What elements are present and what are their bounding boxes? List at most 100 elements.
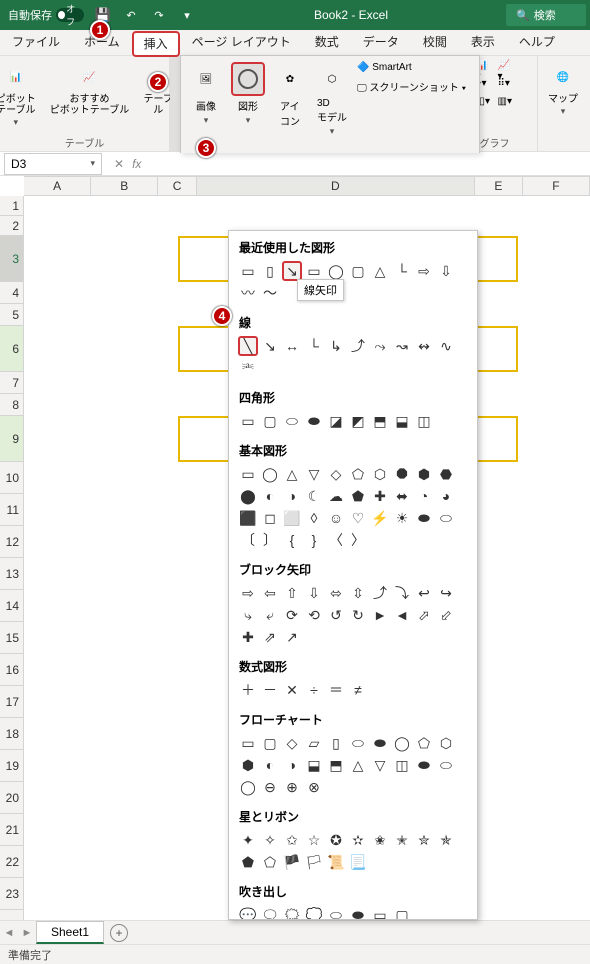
- shape-triangle[interactable]: △: [370, 261, 390, 281]
- shape-textbox-vert[interactable]: ▯: [260, 261, 280, 281]
- shape-s12[interactable]: ⬠: [260, 852, 280, 872]
- search-box[interactable]: 🔍 検索: [506, 4, 586, 26]
- shape-a1[interactable]: ⇨: [238, 583, 258, 603]
- shape-a20[interactable]: ⬃: [436, 605, 456, 625]
- shape-a7[interactable]: ⤴: [370, 583, 390, 603]
- shape-r9[interactable]: ◫: [414, 411, 434, 431]
- qat-customize-icon[interactable]: ▾: [178, 9, 196, 22]
- shape-b12[interactable]: ◐: [260, 486, 280, 506]
- tab-data[interactable]: データ: [351, 29, 411, 55]
- shape-s6[interactable]: ✫: [348, 830, 368, 850]
- shape-b3[interactable]: △: [282, 464, 302, 484]
- row-header[interactable]: 3: [0, 236, 23, 282]
- screenshot-button[interactable]: 🖵 スクリーンショット ▾: [357, 79, 466, 94]
- shape-textbox[interactable]: ▭: [238, 261, 258, 281]
- 3dmodels-button[interactable]: ⬡3D モデル▾: [315, 62, 349, 147]
- row-header[interactable]: 7: [0, 372, 23, 394]
- col-header[interactable]: C: [158, 177, 196, 195]
- shape-curve-double[interactable]: ↭: [414, 336, 434, 356]
- shape-s8[interactable]: ✭: [392, 830, 412, 850]
- shape-a8[interactable]: ⤵: [392, 583, 412, 603]
- row-header[interactable]: 20: [0, 782, 23, 814]
- shape-c8[interactable]: ▢: [392, 905, 412, 920]
- row-header[interactable]: 14: [0, 590, 23, 622]
- shape-s10[interactable]: ✯: [436, 830, 456, 850]
- shape-f10[interactable]: ⬡: [436, 733, 456, 753]
- shape-rounded-rect[interactable]: ▢: [348, 261, 368, 281]
- shape-a19[interactable]: ⬀: [414, 605, 434, 625]
- column-headers[interactable]: A B C D E F: [24, 176, 590, 196]
- toggle-switch[interactable]: オフ: [56, 8, 84, 22]
- row-header[interactable]: 9: [0, 416, 23, 462]
- shape-f4[interactable]: ▱: [304, 733, 324, 753]
- pictures-button[interactable]: 🖼画像▾: [189, 62, 223, 147]
- shape-a18[interactable]: ◄: [392, 605, 412, 625]
- shape-f2[interactable]: ▢: [260, 733, 280, 753]
- shape-a22[interactable]: ⇗: [260, 627, 280, 647]
- shape-f3[interactable]: ◇: [282, 733, 302, 753]
- shape-c3[interactable]: 🗯: [282, 905, 302, 920]
- row-header[interactable]: 22: [0, 846, 23, 878]
- shape-b18[interactable]: ⬌: [392, 486, 412, 506]
- shape-line-arrow[interactable]: ↘: [282, 261, 302, 281]
- shape-f5[interactable]: ▯: [326, 733, 346, 753]
- shape-freeform2[interactable]: ⎃: [238, 358, 258, 378]
- shape-b27[interactable]: ⚡: [370, 508, 390, 528]
- shape-s3[interactable]: ✩: [282, 830, 302, 850]
- row-header[interactable]: 17: [0, 686, 23, 718]
- shape-a9[interactable]: ↩: [414, 583, 434, 603]
- shape-b5[interactable]: ◇: [326, 464, 346, 484]
- row-headers[interactable]: 1 2 3 4 5 6 7 8 9 10 11 12 13 14 15 16 1…: [0, 196, 24, 920]
- shape-elbow-arrow[interactable]: ↳: [326, 336, 346, 356]
- row-header[interactable]: 8: [0, 394, 23, 416]
- shape-a16[interactable]: ↻: [348, 605, 368, 625]
- pivottable-button[interactable]: 📊ピボット テーブル▾: [0, 60, 40, 130]
- shape-arrow[interactable]: ⇨: [414, 261, 434, 281]
- shape-l[interactable]: └: [392, 261, 412, 281]
- shape-b7[interactable]: ⬡: [370, 464, 390, 484]
- shape-c4[interactable]: 💭: [304, 905, 324, 920]
- map-button[interactable]: 🌐マップ▾: [544, 60, 582, 119]
- shape-b28[interactable]: ☀: [392, 508, 412, 528]
- shape-f12[interactable]: ◐: [260, 755, 280, 775]
- fx-icon[interactable]: fx: [132, 157, 141, 171]
- shape-s16[interactable]: 📃: [348, 852, 368, 872]
- shape-c7[interactable]: ▭: [370, 905, 390, 920]
- row-header[interactable]: 13: [0, 558, 23, 590]
- shape-f8[interactable]: ◯: [392, 733, 412, 753]
- redo-icon[interactable]: ↷: [150, 9, 168, 22]
- shape-a10[interactable]: ↪: [436, 583, 456, 603]
- sheet-tab[interactable]: Sheet1: [36, 921, 104, 944]
- shape-s15[interactable]: 📜: [326, 852, 346, 872]
- row-header[interactable]: 15: [0, 622, 23, 654]
- shape-a21[interactable]: ✚: [238, 627, 258, 647]
- shape-notequal[interactable]: ≠: [348, 680, 368, 700]
- shape-b22[interactable]: ◻: [260, 508, 280, 528]
- shape-s11[interactable]: ⬟: [238, 852, 258, 872]
- shape-f21[interactable]: ◯: [238, 777, 258, 797]
- shape-c5[interactable]: ⬭: [326, 905, 346, 920]
- shape-c2[interactable]: 🗨: [260, 905, 280, 920]
- shape-b10[interactable]: ⬣: [436, 464, 456, 484]
- shape-f1[interactable]: ▭: [238, 733, 258, 753]
- shape-b35[interactable]: 〈: [326, 530, 346, 550]
- shape-b36[interactable]: 〉: [348, 530, 368, 550]
- tab-review[interactable]: 校閲: [411, 29, 459, 55]
- shape-r6[interactable]: ◩: [348, 411, 368, 431]
- shape-b19[interactable]: ◔: [414, 486, 434, 506]
- shape-oval[interactable]: ◯: [326, 261, 346, 281]
- row-header[interactable]: 1: [0, 196, 23, 216]
- shape-plus[interactable]: ＋: [238, 680, 258, 700]
- chart-mini-grid[interactable]: 📊▾📈▾ ◔▾⠿▾ ◫▾▥▾: [476, 60, 514, 112]
- tab-help[interactable]: ヘルプ: [507, 29, 567, 55]
- undo-icon[interactable]: ↶: [122, 9, 140, 22]
- row-header[interactable]: 2: [0, 216, 23, 236]
- row-header[interactable]: 4: [0, 282, 23, 304]
- shape-s9[interactable]: ✮: [414, 830, 434, 850]
- row-header[interactable]: 6: [0, 326, 23, 372]
- shape-curve-arrow[interactable]: ↝: [392, 336, 412, 356]
- shape-minus[interactable]: －: [260, 680, 280, 700]
- shape-multiply[interactable]: ✕: [282, 680, 302, 700]
- shape-b17[interactable]: ✚: [370, 486, 390, 506]
- col-header[interactable]: E: [475, 177, 523, 195]
